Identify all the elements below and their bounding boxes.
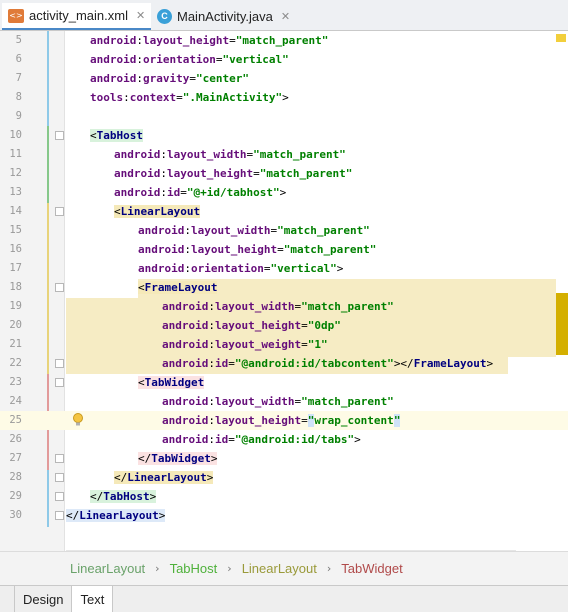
editor-tab-bar: <> activity_main.xml ✕ C MainActivity.ja… xyxy=(0,0,568,31)
code-line: 19 android:layout_width="match_parent" xyxy=(9,300,394,313)
tab-main-activity-java[interactable]: C MainActivity.java ✕ xyxy=(151,3,296,30)
breadcrumb-item-linearlayout[interactable]: LinearLayout xyxy=(70,561,145,576)
breadcrumb-item-linearlayout-inner[interactable]: LinearLayout xyxy=(242,561,317,576)
code-line: 12 android:layout_height="match_parent" xyxy=(9,167,353,180)
chevron-right-icon: › xyxy=(326,562,332,575)
tab-text[interactable]: Text xyxy=(71,586,114,612)
code-line: 17 android:orientation="vertical"> xyxy=(9,262,344,275)
tab-design[interactable]: Design xyxy=(14,586,71,612)
code-line: 24 android:layout_width="match_parent" xyxy=(9,395,394,408)
code-line: 28 </LinearLayout> xyxy=(9,471,214,484)
code-line: 5 android:layout_height="match_parent" xyxy=(15,34,329,47)
xml-file-icon: <> xyxy=(8,8,24,23)
code-line: 13 android:id="@+id/tabhost"> xyxy=(9,186,287,199)
breadcrumb-item-tabhost[interactable]: TabHost xyxy=(170,561,218,576)
code-line: 11 android:layout_width="match_parent" xyxy=(9,148,346,161)
close-icon[interactable]: ✕ xyxy=(136,9,145,22)
fold-toggle-icon[interactable] xyxy=(55,283,64,292)
tab-label: MainActivity.java xyxy=(177,9,273,24)
code-line: 15 android:layout_width="match_parent" xyxy=(9,224,370,237)
fold-toggle-icon[interactable] xyxy=(55,473,64,482)
code-line: 20 android:layout_height="0dp" xyxy=(9,319,341,332)
fold-toggle-icon[interactable] xyxy=(55,207,64,216)
fold-toggle-icon[interactable] xyxy=(55,131,64,140)
fold-toggle-icon[interactable] xyxy=(55,454,64,463)
breadcrumb-item-tabwidget[interactable]: TabWidget xyxy=(341,561,402,576)
code-line: 7 android:gravity="center" xyxy=(15,72,249,85)
code-line: 22 android:id="@android:id/tabcontent"><… xyxy=(9,357,494,370)
close-icon[interactable]: ✕ xyxy=(281,10,290,23)
lightbulb-icon[interactable] xyxy=(72,412,84,428)
code-line: 14 <LinearLayout xyxy=(9,205,201,218)
code-line: 29 </TabHost> xyxy=(9,490,157,503)
code-line: 26 android:id="@android:id/tabs"> xyxy=(9,433,361,446)
code-line: 23 <TabWidget xyxy=(9,376,205,389)
code-line: 9 xyxy=(15,110,22,122)
code-line: 30 </LinearLayout> xyxy=(9,509,166,522)
tab-label: activity_main.xml xyxy=(29,8,128,23)
code-editor[interactable]: 5 android:layout_height="match_parent" 6… xyxy=(0,31,568,551)
code-line: 16 android:layout_height="match_parent" xyxy=(9,243,377,256)
tab-activity-main-xml[interactable]: <> activity_main.xml ✕ xyxy=(2,3,152,30)
fold-toggle-icon[interactable] xyxy=(55,378,64,387)
code-line: 18 <FrameLayout xyxy=(9,281,218,294)
code-line: 6 android:orientation="vertical" xyxy=(15,53,289,66)
chevron-right-icon: › xyxy=(155,562,160,575)
fold-toggle-icon[interactable] xyxy=(55,511,64,520)
code-line: 27 </TabWidget> xyxy=(9,452,218,465)
breadcrumb: LinearLayout › TabHost › LinearLayout › … xyxy=(0,551,568,585)
code-line-current: 25 android:layout_height="wrap_content" xyxy=(0,411,568,430)
code-line: 21 android:layout_weight="1" xyxy=(9,338,328,351)
fold-toggle-icon[interactable] xyxy=(55,492,64,501)
code-line: 8 tools:context=".MainActivity"> xyxy=(15,91,289,104)
editor-view-tabs: Design Text xyxy=(0,585,568,612)
chevron-right-icon: › xyxy=(227,562,232,575)
fold-toggle-icon[interactable] xyxy=(55,359,64,368)
java-class-icon: C xyxy=(157,9,172,24)
code-line: 10 <TabHost xyxy=(9,129,143,142)
